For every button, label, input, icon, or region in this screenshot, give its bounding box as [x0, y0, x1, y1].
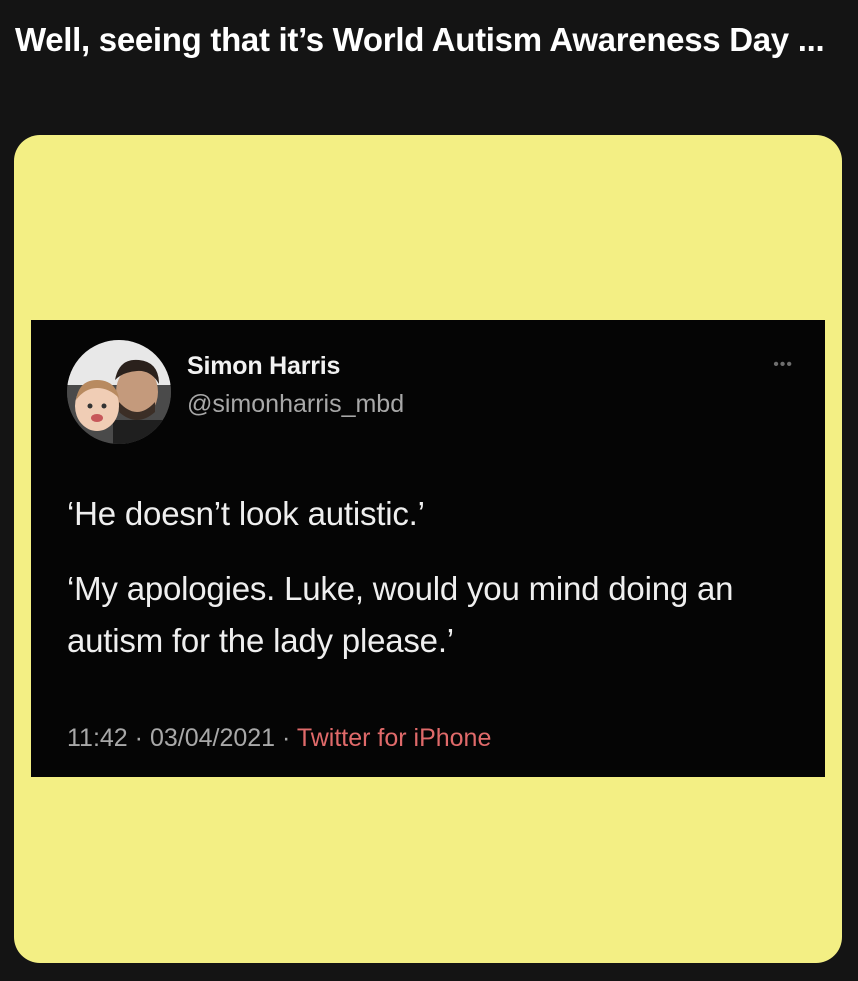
tweet-metadata: 11:42 · 03/04/2021 · Twitter for iPhone	[67, 724, 491, 753]
tweet-date: 03/04/2021	[149, 724, 276, 752]
author-handle[interactable]: @simonharris_mbd	[187, 390, 404, 419]
tweet-time: 11:42	[67, 724, 128, 752]
more-horizontal-icon: •••	[773, 356, 793, 373]
media-card[interactable]: Simon Harris @simonharris_mbd ••• ‘He do…	[14, 135, 842, 963]
tweet-source: Twitter for iPhone	[296, 724, 492, 752]
tweet-text-line: ‘My apologies. Luke, would you mind doin…	[67, 570, 734, 659]
post-caption: Well, seeing that it’s World Autism Awar…	[15, 21, 825, 58]
avatar	[67, 340, 171, 444]
meta-separator: ·	[275, 724, 297, 752]
tweet-screenshot: Simon Harris @simonharris_mbd ••• ‘He do…	[31, 320, 825, 777]
tweet-text-line: ‘He doesn’t look autistic.’	[67, 495, 425, 532]
author-name[interactable]: Simon Harris	[187, 352, 340, 381]
meta-separator: ·	[127, 724, 150, 752]
